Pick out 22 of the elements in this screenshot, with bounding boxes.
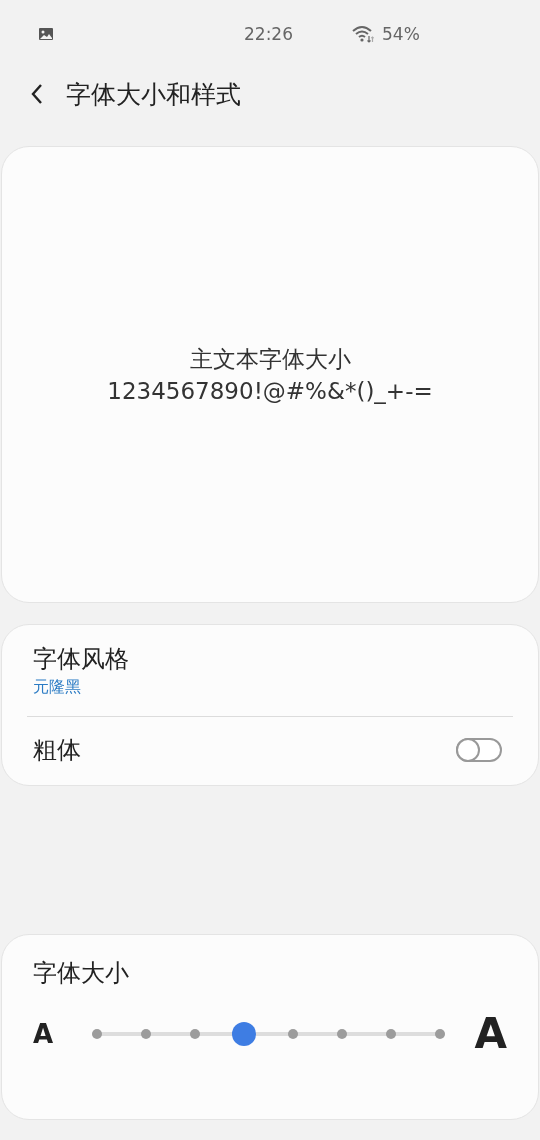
battery-level: 54% [382, 24, 420, 44]
slider-stop[interactable] [92, 1028, 102, 1039]
preview-text: 主文本字体大小 [189, 344, 351, 374]
font-style-item[interactable]: 字体风格 元隆黑 [2, 635, 538, 708]
slider-stop[interactable] [435, 1028, 446, 1039]
toggle-switch[interactable] [456, 738, 502, 762]
preview-text: 1234567890!@#%&*()_+-= [107, 376, 433, 406]
status-time: 22:26 [244, 24, 293, 44]
slider-stop[interactable] [141, 1028, 152, 1039]
slider-stop[interactable] [337, 1028, 348, 1039]
slider-stop[interactable] [190, 1028, 201, 1039]
back-button[interactable] [30, 82, 44, 106]
slider-stop[interactable] [386, 1028, 397, 1039]
large-size-label: A [474, 1009, 507, 1058]
small-size-label: A [33, 1018, 55, 1049]
wifi-icon [352, 25, 374, 43]
setting-label: 粗体 [33, 735, 81, 766]
slider-stop[interactable] [288, 1028, 299, 1039]
image-icon [38, 26, 54, 42]
section-title: 字体大小 [33, 958, 130, 989]
page-title: 字体大小和样式 [66, 78, 241, 111]
slider-thumb[interactable] [232, 1021, 257, 1046]
